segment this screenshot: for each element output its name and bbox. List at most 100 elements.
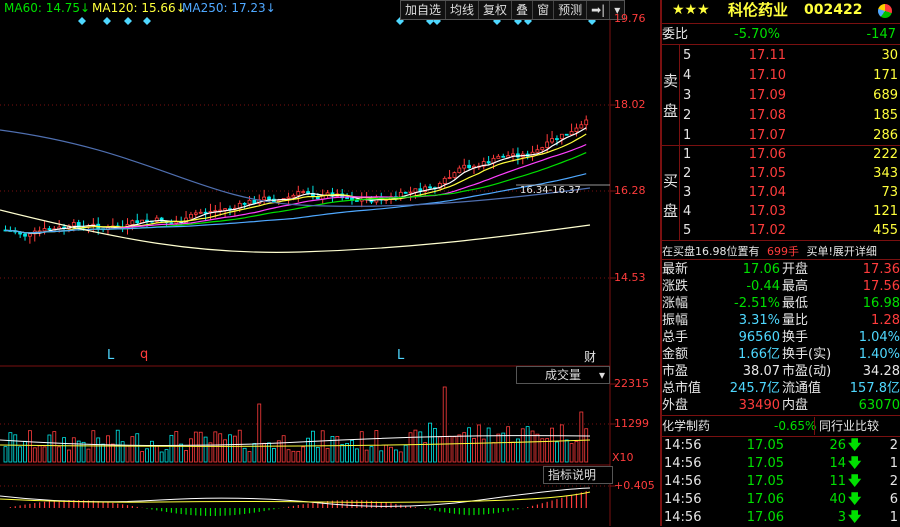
ma120-label: MA120: 15.66↓ — [92, 1, 186, 15]
quote-label: 外盘 — [662, 398, 689, 413]
buy-label: 买 — [663, 172, 679, 190]
quote-label: 换手 — [782, 330, 809, 345]
buy-volume: 343 — [873, 166, 898, 181]
volume-bar — [130, 436, 135, 463]
jump-end-icon[interactable]: ➡| — [587, 1, 611, 19]
sell-level-row[interactable]: 4 17.10 171 — [680, 67, 900, 85]
volume-bar — [8, 432, 13, 463]
buy-price: 17.03 — [748, 204, 786, 219]
buy-level-row[interactable]: 4 17.03 121 — [680, 203, 900, 221]
quote-row: 涨幅 -2.51% 最低 16.98 — [662, 295, 900, 312]
buy-level-row[interactable]: 5 17.02 455 — [680, 222, 900, 240]
stock-name: 科伦药业 — [728, 1, 789, 19]
sell-level-row[interactable]: 2 17.08 185 — [680, 107, 900, 125]
quote-label: 内盘 — [782, 398, 809, 413]
buy-price: 17.04 — [748, 185, 786, 200]
add-watchlist-button[interactable]: 加自选 — [401, 1, 447, 19]
quote-label: 流通值 — [782, 381, 822, 396]
sell-level-row[interactable]: 3 17.09 689 — [680, 87, 900, 105]
tick-row: 14:56 17.06 3 🡇 1 — [662, 509, 900, 527]
candlestick — [506, 151, 511, 158]
event-marker[interactable]: L — [397, 348, 404, 363]
quote-label: 开盘 — [782, 262, 809, 277]
sell-volume: 185 — [873, 108, 898, 123]
moving-average-line — [5, 127, 587, 235]
candlestick — [218, 202, 223, 216]
volume-bar — [228, 434, 232, 463]
arrow-down-icon: 🡇 — [848, 492, 862, 507]
candlestick — [530, 145, 535, 161]
buy-price: 17.06 — [748, 147, 786, 162]
arrow-down-icon: 🡇 — [848, 456, 862, 471]
tick-volume: 14 — [829, 456, 846, 471]
volume-bar — [125, 445, 130, 463]
volume-bar — [501, 432, 506, 463]
window-button[interactable]: 窗 — [533, 1, 555, 19]
finance-marker[interactable]: 财 — [584, 348, 596, 365]
candlestick — [550, 130, 554, 144]
volume-bar — [354, 448, 359, 463]
volume-bar — [540, 438, 545, 463]
tick-count: 6 — [889, 492, 898, 507]
quote-label: 涨幅 — [662, 296, 689, 311]
volume-axis-label: 11299 — [614, 417, 649, 430]
sell-level-row[interactable]: 5 17.11 30 — [680, 47, 900, 65]
volume-bar — [203, 436, 208, 463]
volume-bar — [149, 440, 154, 463]
candlestick — [501, 153, 506, 158]
indicator-help-button[interactable]: 指标说明 — [543, 466, 613, 484]
event-marker[interactable]: L — [107, 348, 114, 363]
quote-row: 涨跌 -0.44 最高 17.56 — [662, 278, 900, 295]
pie-chart-icon[interactable] — [878, 4, 892, 18]
sector-name[interactable]: 化学制药 — [662, 419, 710, 433]
quote-row: 振幅 3.31% 量比 1.28 — [662, 312, 900, 329]
ma250-label: MA250: 17.23↓ — [182, 1, 276, 15]
volume-bar — [418, 431, 423, 463]
big-order-notice: 在买盘16.98位置有 699手 买单!展开详细 — [662, 245, 877, 258]
volume-bar — [232, 435, 237, 463]
event-marker[interactable]: q — [140, 347, 148, 362]
volume-bar — [364, 449, 369, 463]
volume-bar — [3, 446, 8, 463]
tick-price: 17.06 — [746, 510, 784, 525]
volume-bar — [379, 450, 384, 463]
peer-compare-button[interactable]: 同行业比较 — [814, 417, 879, 435]
rating-stars: ★★★ — [672, 2, 710, 18]
quote-label: 振幅 — [662, 313, 689, 328]
sell-level-number: 2 — [683, 108, 692, 123]
buy-level-row[interactable]: 1 17.06 222 — [680, 146, 900, 164]
sell-price: 17.08 — [748, 108, 786, 123]
buy-level-row[interactable]: 3 17.04 73 — [680, 184, 900, 202]
sell-volume: 171 — [873, 68, 898, 83]
quote-row: 外盘 33490 内盘 63070 — [662, 397, 900, 414]
sector-row: 化学制药 -0.65% 同行业比较 — [662, 417, 900, 435]
buy-level-row[interactable]: 2 17.05 343 — [680, 165, 900, 183]
volume-bar — [223, 439, 228, 463]
adjust-price-button[interactable]: 复权 — [479, 1, 513, 19]
volume-bar — [81, 441, 86, 463]
info-marker-icon[interactable] — [78, 17, 86, 25]
sell-label: 卖 — [663, 72, 679, 90]
volume-bar — [286, 449, 291, 463]
sell-level-number: 4 — [683, 68, 692, 83]
candlestick — [481, 157, 486, 170]
overlay-button[interactable]: 叠 — [512, 1, 534, 19]
quote-value: 34.28 — [862, 364, 900, 379]
sell-volume: 30 — [881, 48, 898, 63]
sell-level-row[interactable]: 1 17.07 286 — [680, 127, 900, 145]
info-marker-icon[interactable] — [103, 17, 111, 25]
ma-settings-button[interactable]: 均线 — [446, 1, 480, 19]
volume-bar — [140, 451, 145, 463]
forecast-button[interactable]: 预测 — [554, 1, 588, 19]
volume-bar — [189, 438, 193, 463]
info-marker-icon[interactable] — [143, 17, 151, 25]
buy-label: 盘 — [663, 202, 679, 220]
volume-bar — [52, 431, 57, 463]
volume-selector[interactable]: 成交量 ▾ — [516, 366, 610, 384]
info-marker-icon[interactable] — [124, 17, 132, 25]
volume-bar — [110, 443, 115, 463]
quote-row: 最新 17.06 开盘 17.36 — [662, 261, 900, 278]
candlestick — [579, 120, 584, 129]
expand-details-link[interactable]: 展开详细 — [833, 245, 877, 258]
volume-bar — [545, 438, 550, 463]
